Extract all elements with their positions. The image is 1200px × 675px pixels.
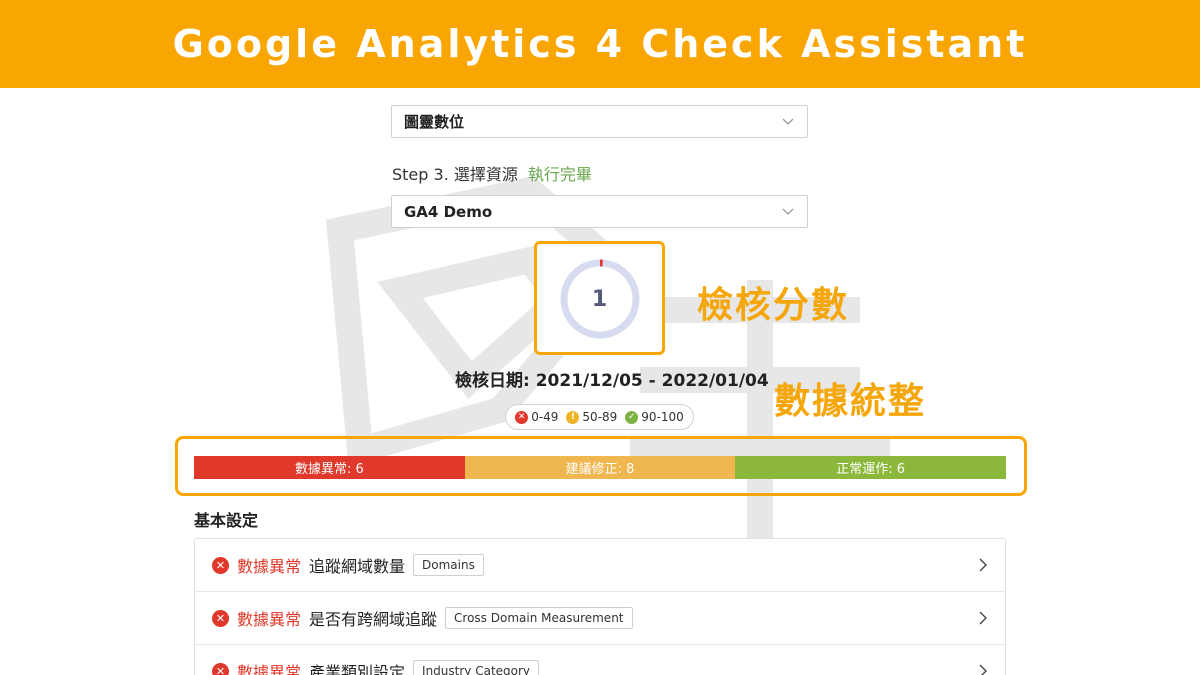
account-select[interactable]: 圖靈數位: [391, 105, 808, 138]
chevron-right-icon: [979, 664, 987, 675]
summary-segment-ok[interactable]: 正常運作: 6: [735, 456, 1007, 479]
legend-item-ok: ✓ 90-100: [625, 410, 684, 424]
list-item[interactable]: ✕ 數據異常 是否有跨網域追蹤 Cross Domain Measurement: [195, 592, 1005, 645]
item-tag: Industry Category: [413, 660, 540, 675]
item-title: 產業類別設定: [309, 663, 406, 675]
summary-label: 正常運作: 6: [836, 462, 906, 477]
list-item[interactable]: ✕ 數據異常 追蹤網域數量 Domains: [195, 539, 1005, 592]
item-status: 數據異常: [237, 663, 302, 675]
error-icon: ✕: [515, 410, 529, 424]
chevron-down-icon: [782, 208, 794, 215]
chevron-down-icon: [782, 118, 794, 125]
item-title: 追蹤網域數量: [309, 557, 406, 576]
chevron-right-icon: [979, 558, 987, 572]
summary-segment-warning[interactable]: 建議修正: 8: [464, 456, 736, 479]
legend-range: 50-89: [582, 410, 618, 424]
check-date: 檢核日期: 2021/12/05 - 2022/01/04: [455, 371, 769, 391]
summary-segment-error[interactable]: 數據異常: 6: [194, 456, 465, 479]
score-box: 1: [534, 241, 665, 355]
list-item[interactable]: ✕ 數據異常 產業類別設定 Industry Category: [195, 645, 1005, 675]
annotation-score-label: 檢核分數: [697, 285, 850, 326]
header-banner: Google Analytics 4 Check Assistant: [0, 0, 1200, 88]
item-tag: Domains: [413, 554, 484, 576]
account-select-value: 圖靈數位: [404, 113, 465, 131]
error-icon: ✕: [212, 609, 229, 627]
step3-label: Step 3. 選擇資源: [392, 165, 518, 184]
property-select[interactable]: GA4 Demo: [391, 195, 808, 228]
section-title: 基本設定: [194, 511, 259, 530]
legend-item-warning: ! 50-89: [566, 410, 617, 424]
chevron-right-icon: [979, 611, 987, 625]
property-select-value: GA4 Demo: [404, 202, 493, 221]
score-value: 1: [591, 287, 608, 312]
summary-bar: 數據異常: 6 建議修正: 8 正常運作: 6: [194, 456, 1007, 479]
item-title: 是否有跨網域追蹤: [309, 610, 438, 629]
legend-item-error: ✕ 0-49: [515, 410, 558, 424]
step3-status: 執行完畢: [527, 165, 592, 184]
summary-label: 建議修正: 8: [565, 462, 635, 477]
check-item-list: ✕ 數據異常 追蹤網域數量 Domains ✕ 數據異常 是否有跨網域追蹤 Cr…: [194, 538, 1006, 675]
step3-heading: Step 3. 選擇資源 執行完畢: [392, 161, 592, 185]
score-legend: ✕ 0-49 ! 50-89 ✓ 90-100: [505, 404, 694, 430]
warning-icon: !: [566, 410, 580, 424]
banner-title: Google Analytics 4 Check Assistant: [172, 22, 1028, 66]
legend-range: 90-100: [641, 410, 684, 424]
summary-label: 數據異常: 6: [294, 462, 364, 477]
annotation-data-label: 數據統整: [774, 381, 927, 422]
check-icon: ✓: [625, 410, 639, 424]
legend-range: 0-49: [531, 410, 559, 424]
item-status: 數據異常: [237, 610, 302, 629]
error-icon: ✕: [212, 662, 229, 675]
item-tag: Cross Domain Measurement: [445, 607, 633, 629]
item-status: 數據異常: [237, 557, 302, 576]
error-icon: ✕: [212, 556, 229, 574]
